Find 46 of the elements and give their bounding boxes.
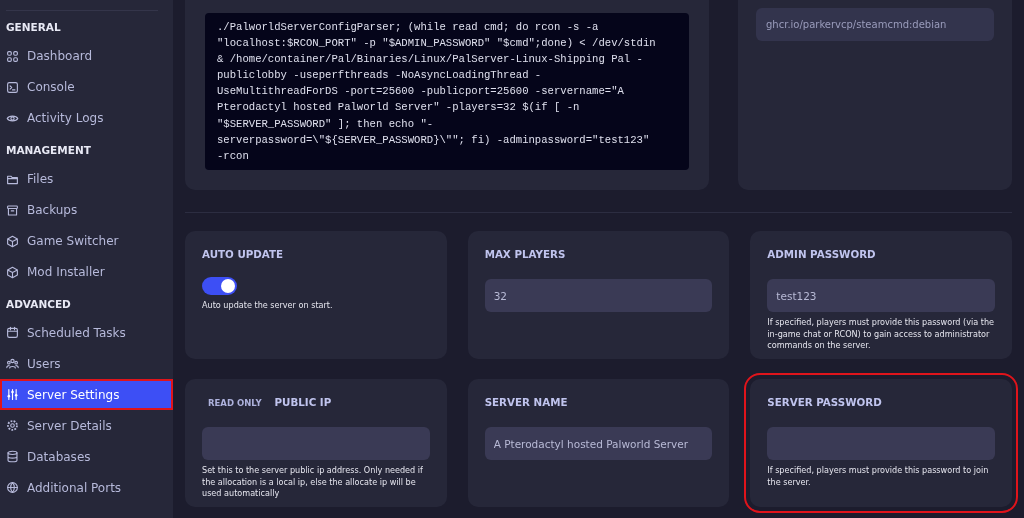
calendar-icon — [6, 326, 19, 340]
help-text: Auto update the server on start. — [202, 300, 334, 312]
sidebar-item[interactable]: Server Settings — [0, 379, 173, 411]
sidebar-item[interactable]: Activity Logs — [0, 102, 173, 134]
sidebar-item[interactable]: Files — [0, 163, 173, 195]
cube-icon — [6, 265, 19, 279]
section-heading: MANAGEMENT — [5, 142, 92, 158]
sidebar-item[interactable]: Server Details — [0, 410, 173, 442]
terminal-icon — [6, 80, 19, 94]
variable-title: MAX PLAYERS — [484, 247, 566, 263]
globe-icon — [6, 481, 19, 495]
gear-icon — [6, 419, 19, 433]
variable-title: ADMIN PASSWORD — [767, 247, 876, 263]
help-text: If specified, players must provide this password (via the in-game chat or RCON) to gain access to administrator commands on the server. — [767, 317, 995, 352]
section-heading: ADVANCED — [5, 296, 72, 312]
sidebar-item[interactable]: Mod Installer — [0, 256, 173, 288]
archive-icon — [6, 203, 19, 217]
read-only-label: READ ONLY — [207, 396, 262, 410]
text-field[interactable]: A Pterodactyl hosted Palworld Server — [484, 427, 713, 460]
users-icon — [6, 357, 19, 371]
variable-title: PUBLIC IP — [274, 395, 332, 411]
cube-icon — [6, 234, 19, 248]
database-icon — [6, 450, 19, 464]
section-heading: GENERAL — [5, 20, 62, 35]
sidebar-item[interactable]: Users — [0, 348, 173, 380]
text-field[interactable]: 32 — [484, 279, 713, 312]
grid-icon — [6, 49, 19, 63]
text-field[interactable]: test123 — [767, 279, 995, 312]
text-field[interactable] — [767, 427, 995, 460]
startup-command-code: ./PalworldServerConfigParser; (while read cmd; do rcon -s -a "localhost:$RCON_PORT" -p "$ADMIN_PASSWORD" "$cmd";done) < /dev/stdin & /home/container/Pal/Binaries/Linux/PalServer-Linux-Shipping Pal - publiclobby -useperfthreads -NoAsyncLoadingThread - UseMultithreadForDS -port=25600 -publicport=25600 -servername="A Pterodactyl hosted Palworld Server" -players=32 $(if [ -n "$SERVER_PASSWORD" ]; then echo "- serverpassword=\"${SERVER_PASSWORD}\""; fi) -adminpassword="test123" -rcon — [205, 13, 689, 170]
help-text: Set this to the server public ip address. Only needed if the allocation is a local ip, else the allocate ip will be used automatically — [202, 465, 424, 500]
sliders-icon — [6, 388, 19, 402]
variable-title: SERVER NAME — [484, 395, 568, 411]
sidebar-item[interactable]: Dashboard — [0, 40, 173, 72]
sidebar-item[interactable]: Console — [0, 71, 173, 103]
sidebar-item[interactable]: Scheduled Tasks — [0, 317, 173, 349]
sidebar-item[interactable]: Databases — [0, 441, 173, 473]
docker-image-field[interactable]: ghcr.io/parkervcp/steamcmd:debian — [756, 8, 994, 41]
help-text: If specified, players must provide this password to join the server. — [767, 465, 990, 488]
variable-title: SERVER PASSWORD — [767, 395, 882, 411]
text-field[interactable] — [202, 427, 430, 460]
sidebar-item[interactable]: Backups — [0, 194, 173, 226]
sidebar-item[interactable]: Game Switcher — [0, 225, 173, 257]
toggle-switch[interactable] — [202, 277, 237, 295]
sidebar-item[interactable]: Additional Ports — [0, 472, 173, 504]
variable-title: AUTO UPDATE — [202, 247, 284, 263]
